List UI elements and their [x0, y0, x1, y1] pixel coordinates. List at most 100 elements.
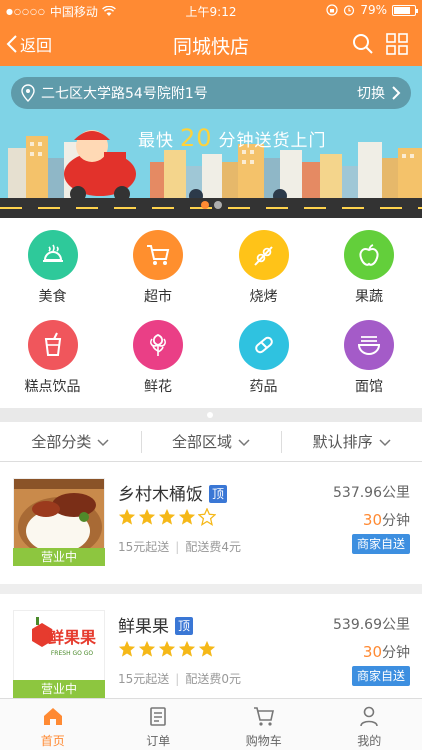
delivery-time: 30分钟	[363, 510, 410, 530]
banner-dot[interactable]	[213, 201, 222, 209]
filter-bar: 全部分类 全部区域 默认排序	[0, 422, 422, 462]
search-button[interactable]	[352, 33, 374, 59]
address-text: 二七区大学路54号院附1号	[41, 86, 208, 102]
star-empty-icon	[197, 507, 217, 530]
shop-rating	[118, 640, 216, 662]
delivery-time-value: 30	[362, 511, 382, 529]
logo-subtext: FRESH GO GO	[51, 650, 94, 657]
shop-open-status: 营业中	[13, 548, 105, 566]
category-item[interactable]: 美食	[0, 230, 105, 306]
shop-meta: 15元起送 | 配送费0元	[118, 670, 241, 687]
filter-dropdown[interactable]: 默认排序	[281, 422, 422, 461]
min-order: 15元起送	[118, 540, 170, 554]
shop-name: 乡村木桶饭顶	[118, 480, 227, 505]
tab-item[interactable]: 首页	[0, 699, 106, 750]
delivery-type-tag: 商家自送	[351, 534, 410, 554]
category-label: 糕点饮品	[24, 379, 81, 395]
star-filled-icon	[158, 508, 176, 530]
category-item[interactable]: 超市	[106, 230, 211, 306]
category-label: 鲜花	[144, 379, 172, 395]
battery-level	[394, 6, 410, 14]
food-dish-icon	[27, 230, 78, 280]
grid-icon	[386, 33, 408, 55]
delivery-fee: 配送费0元	[185, 672, 241, 686]
delivery-fee: 配送费4元	[185, 540, 241, 554]
banner-dot[interactable]	[200, 201, 209, 209]
star-filled-icon	[178, 640, 196, 662]
filter-dropdown[interactable]: 全部区域	[140, 422, 282, 461]
slogan-number: 20	[180, 124, 213, 152]
star-filled-icon	[198, 640, 216, 662]
delivery-type-tag: 商家自送	[351, 666, 410, 686]
shop-card[interactable]: 营业中 乡村木桶饭顶 537.96公里 30分钟 15元起送 | 配送费4元 商家自…	[0, 462, 422, 584]
delivery-time-value: 30	[362, 643, 382, 661]
search-icon	[353, 34, 373, 54]
bottom-tab-bar: 首页 订单 购物车 我的	[0, 698, 422, 750]
delivery-time-unit: 分钟	[382, 513, 410, 529]
category-item[interactable]: 面馆	[317, 320, 422, 396]
shop-name-text: 鲜果果	[118, 617, 169, 637]
location-pin-icon	[21, 84, 35, 102]
tab-label: 首页	[40, 734, 65, 748]
flower-icon	[133, 320, 183, 370]
slogan-prefix: 最快	[138, 131, 174, 151]
address-bar[interactable]: 二七区大学路54号院附1号 切换	[11, 77, 411, 109]
star-filled-icon	[138, 640, 156, 662]
shop-distance: 539.69公里	[333, 617, 410, 633]
user-icon	[358, 705, 380, 732]
category-label: 药品	[249, 379, 278, 395]
tab-label: 购物车	[245, 734, 282, 748]
shop-distance: 537.96公里	[333, 485, 410, 501]
chevron-down-icon	[238, 433, 250, 451]
category-item[interactable]: 果蔬	[317, 230, 422, 306]
min-order: 15元起送	[118, 672, 170, 686]
logo-text: 鲜果果	[48, 628, 96, 647]
filter-dropdown[interactable]: 全部分类	[0, 422, 141, 461]
meta-separator: |	[175, 672, 180, 686]
order-list-icon	[147, 705, 169, 732]
battery-icon	[392, 4, 418, 16]
alarm-icon	[344, 5, 355, 16]
category-item[interactable]: 药品	[211, 320, 316, 396]
home-icon	[42, 705, 64, 732]
star-filled-icon	[118, 640, 136, 662]
shop-open-status: 营业中	[13, 680, 105, 698]
star-filled-icon	[158, 640, 176, 662]
category-grid: 美食 超市 烧烤 果蔬糕点饮品 鲜花 药品 面馆	[0, 218, 422, 408]
shop-name-text: 乡村木桶饭	[118, 485, 203, 505]
category-page-indicator	[207, 412, 213, 418]
status-right: 79%	[326, 3, 418, 17]
promo-banner[interactable]: 二七区大学路54号院附1号 切换 最快 20 分钟送货上门	[0, 66, 422, 218]
grid-menu-button[interactable]	[386, 33, 408, 59]
category-label: 果蔬	[355, 289, 383, 305]
delivery-time: 30分钟	[363, 642, 410, 662]
meta-separator: |	[175, 540, 180, 554]
banner-pagination	[0, 201, 422, 209]
tab-item[interactable]: 购物车	[211, 699, 317, 750]
banner-slogan: 最快 20 分钟送货上门	[138, 124, 327, 152]
star-filled-icon	[178, 508, 196, 530]
top-badge: 顶	[209, 485, 227, 503]
chevron-down-icon	[97, 433, 109, 451]
category-label: 美食	[38, 289, 67, 305]
shop-rating	[118, 507, 217, 530]
shop-name: 鲜果果顶	[118, 612, 193, 637]
tab-label: 我的	[357, 734, 382, 748]
bbq-skewer-icon	[238, 230, 289, 280]
category-item[interactable]: 鲜花	[106, 320, 211, 396]
tab-item[interactable]: 我的	[317, 699, 422, 750]
category-label: 面馆	[355, 379, 383, 395]
apple-icon	[344, 230, 394, 280]
noodle-bowl-icon	[344, 320, 394, 370]
category-item[interactable]: 糕点饮品	[0, 320, 105, 396]
delivery-time-unit: 分钟	[382, 645, 410, 661]
star-filled-icon	[138, 508, 156, 530]
app-screen: ●○○○○ 中国移动 上午9:12 79% 返回 同城快店 二七区大学路54号院…	[0, 0, 422, 750]
tab-label: 订单	[146, 734, 171, 748]
drink-cup-icon	[27, 320, 78, 370]
category-item[interactable]: 烧烤	[211, 230, 316, 306]
category-label: 烧烤	[249, 289, 278, 305]
category-label: 超市	[144, 289, 172, 305]
tab-item[interactable]: 订单	[106, 699, 212, 750]
slogan-suffix: 分钟送货上门	[218, 131, 327, 151]
